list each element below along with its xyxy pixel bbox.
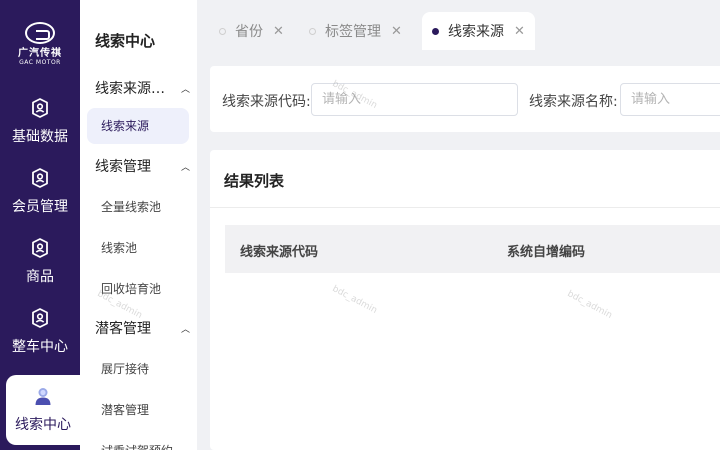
menu-item-all-leads-pool[interactable]: 全量线索池: [101, 198, 161, 215]
search-form: 线索来源代码: 线索来源名称:: [210, 66, 720, 132]
menu-item-lead-source[interactable]: 线索来源: [87, 108, 189, 144]
lead-source-code-input[interactable]: [311, 83, 518, 116]
rail-item-basic-data[interactable]: 基础数据: [0, 96, 80, 166]
tab-label: 省份: [235, 24, 263, 40]
rail-item-label: 整车中心: [12, 339, 68, 355]
divider: [210, 207, 720, 208]
menu-group-lead-management[interactable]: 线索管理 ︿: [95, 156, 190, 176]
close-icon[interactable]: ✕: [273, 24, 284, 39]
person-avatar-icon: [35, 388, 51, 405]
menu-group-lead-source[interactable]: 线索来源… ︿: [95, 78, 190, 98]
close-icon[interactable]: ✕: [391, 24, 402, 39]
tab-status-dot: [432, 27, 439, 35]
menu-item-recycle-pool[interactable]: 回收培育池: [101, 280, 161, 297]
rail-item-goods[interactable]: 商品: [0, 236, 80, 306]
badge-user-icon: [32, 98, 48, 118]
results-panel: 结果列表 线索来源代码 系统自增编码: [210, 150, 720, 450]
tab-bar: 省份 ✕ 标签管理 ✕ 线索来源 ✕: [197, 0, 720, 52]
chevron-up-icon: ︿: [180, 324, 190, 335]
menu-item-showroom-reception[interactable]: 展厅接待: [101, 360, 149, 377]
logo-en-text: GAC MOTOR: [19, 59, 61, 66]
gac-logo: 广汽传祺 GAC MOTOR: [0, 22, 80, 72]
column-header[interactable]: 系统自增编码: [507, 241, 585, 260]
badge-user-icon: [32, 238, 48, 258]
menu-item-test-drive-booking[interactable]: 试乘试驾预约: [101, 442, 173, 450]
lead-source-code-label: 线索来源代码:: [222, 94, 311, 110]
close-icon[interactable]: ✕: [514, 24, 525, 39]
chevron-up-icon: ︿: [180, 162, 190, 173]
tab-status-dot: [219, 27, 226, 35]
badge-user-icon: [32, 168, 48, 188]
menu-group-label: 潜客管理: [95, 321, 151, 337]
badge-user-icon: [32, 308, 48, 328]
chevron-up-icon: ︿: [180, 84, 190, 95]
tab-lead-source[interactable]: 线索来源 ✕: [422, 12, 535, 50]
rail-item-vehicle-center[interactable]: 整车中心: [0, 306, 80, 376]
table-header: 线索来源代码 系统自增编码: [225, 225, 720, 273]
tab-label: 标签管理: [325, 24, 381, 40]
menu-item-prospect-management[interactable]: 潜客管理: [101, 401, 149, 418]
lead-source-name-label: 线索来源名称:: [529, 94, 618, 110]
tab-tag-management[interactable]: 标签管理 ✕: [309, 12, 402, 50]
rail-item-label: 会员管理: [12, 199, 68, 215]
results-title: 结果列表: [224, 172, 285, 190]
logo-cn-text: 广汽传祺: [18, 48, 62, 59]
rail-item-lead-center[interactable]: 线索中心: [6, 375, 80, 445]
rail-item-member[interactable]: 会员管理: [0, 166, 80, 236]
tab-label: 线索来源: [448, 24, 504, 40]
gac-logo-icon: [25, 22, 55, 44]
menu-item-leads-pool[interactable]: 线索池: [101, 239, 137, 256]
menu-group-label: 线索管理: [95, 159, 151, 175]
menu-group-prospect-management[interactable]: 潜客管理 ︿: [95, 318, 190, 338]
main-nav-rail: 广汽传祺 GAC MOTOR 基础数据 会员管理 商品 整车中心 线索中心: [0, 0, 80, 450]
rail-item-label: 基础数据: [12, 129, 68, 145]
menu-group-label: 线索来源…: [95, 81, 165, 97]
column-header[interactable]: 线索来源代码: [240, 241, 318, 260]
tab-province[interactable]: 省份 ✕: [219, 12, 284, 50]
secondary-menu: 线索中心 线索来源… ︿ 线索来源 线索管理 ︿ 全量线索池 线索池 回收培育池…: [80, 0, 197, 450]
lead-source-name-input[interactable]: [620, 83, 720, 116]
rail-item-label: 线索中心: [15, 417, 71, 433]
tab-status-dot: [309, 27, 316, 35]
menu-title: 线索中心: [95, 32, 156, 50]
rail-item-label: 商品: [26, 269, 54, 285]
